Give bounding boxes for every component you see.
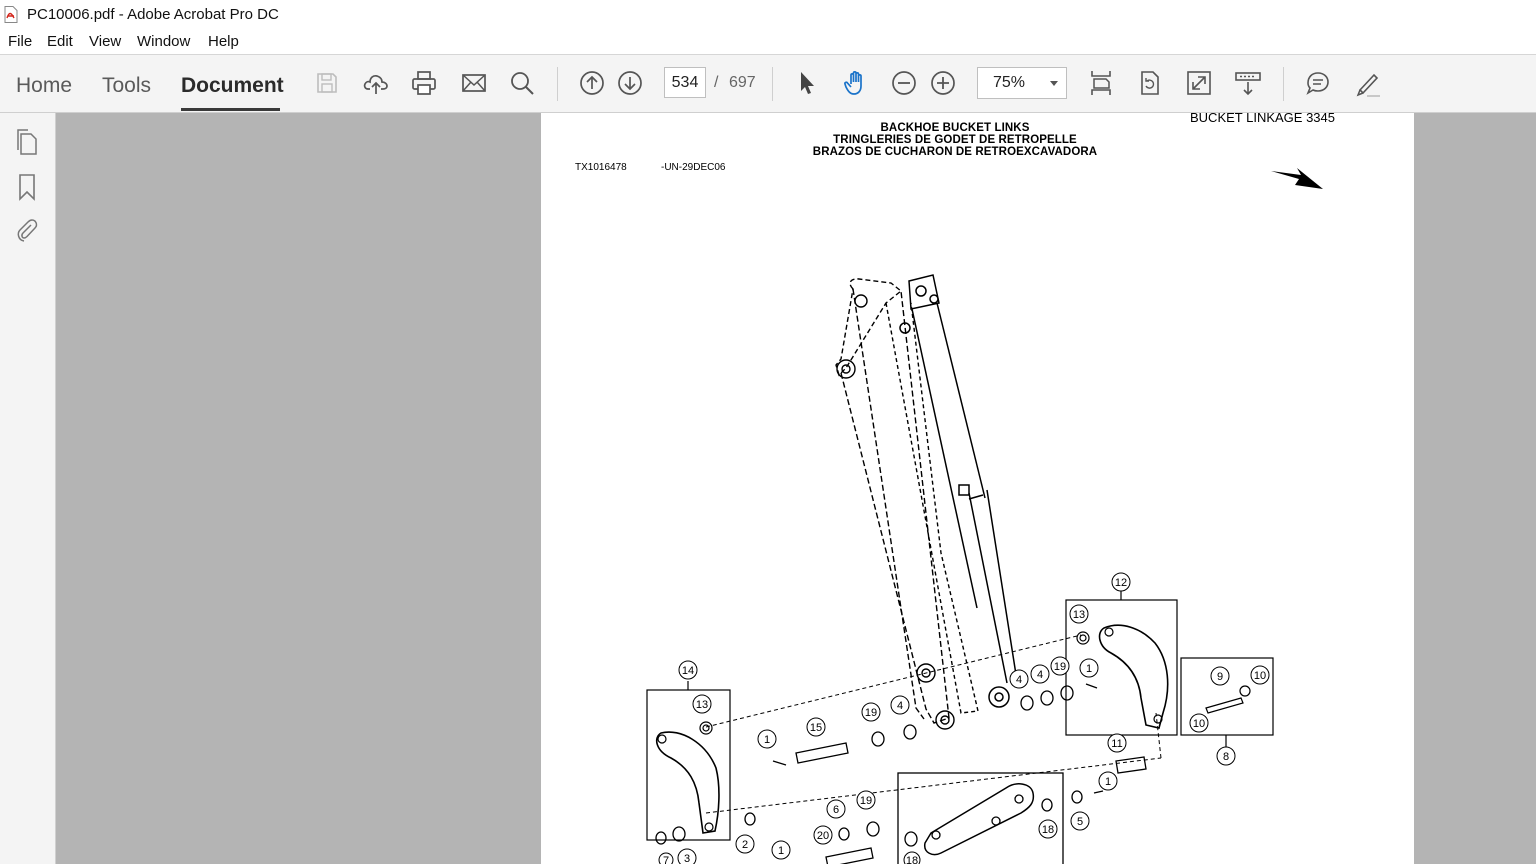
callout: 6 [833, 804, 839, 816]
pdf-file-icon [4, 6, 18, 23]
callout: 11 [1111, 738, 1122, 750]
callout: 12 [1115, 577, 1127, 589]
callout: 19 [1054, 661, 1066, 673]
email-icon[interactable] [457, 67, 491, 99]
menu-view[interactable]: View [89, 33, 121, 50]
callout: 3 [684, 853, 690, 864]
callout: 10 [1254, 670, 1266, 682]
callout: 1 [764, 734, 770, 746]
callout: 4 [897, 700, 903, 712]
cloud-upload-icon[interactable] [359, 67, 393, 99]
comment-icon[interactable] [1301, 67, 1335, 99]
direction-arrow-icon [1271, 168, 1323, 189]
callout: 14 [682, 665, 694, 677]
callout: 10 [1193, 718, 1205, 730]
chevron-down-icon [1050, 81, 1058, 86]
fit-page-icon[interactable] [1084, 67, 1118, 99]
pdf-page: BUCKET LINKAGE 3345 BACKHOE BUCKET LINKS… [541, 113, 1414, 864]
highlight-icon[interactable] [1350, 67, 1384, 99]
bookmark-icon[interactable] [12, 172, 42, 202]
menu-edit[interactable]: Edit [47, 33, 73, 50]
callout: 19 [865, 707, 877, 719]
callout: 7 [663, 855, 669, 864]
callout: 2 [742, 839, 748, 851]
callout: 13 [1073, 609, 1085, 621]
callout: 18 [906, 855, 918, 864]
callout: 1 [1086, 663, 1092, 675]
callout: 15 [810, 722, 822, 734]
callout: 19 [860, 795, 872, 807]
menu-help[interactable]: Help [208, 33, 239, 50]
window-title: PC10006.pdf - Adobe Acrobat Pro DC [27, 6, 279, 23]
callout: 4 [1037, 669, 1043, 681]
search-icon[interactable] [505, 67, 539, 99]
callout: 18 [1042, 824, 1054, 836]
hand-icon[interactable] [839, 67, 873, 99]
zoom-out-icon[interactable] [887, 67, 921, 99]
toolbar-separator [557, 67, 558, 101]
pages-icon[interactable] [12, 127, 42, 157]
scroll-mode-icon[interactable] [1231, 67, 1265, 99]
toolbar-separator [772, 67, 773, 101]
menu-bar: File Edit View Window Help [0, 30, 1536, 55]
main-toolbar: Home Tools Document / 697 75% [0, 55, 1536, 113]
page-separator: / [714, 74, 719, 91]
menu-window[interactable]: Window [137, 33, 190, 50]
zoom-dropdown[interactable]: 75% [977, 67, 1067, 99]
tab-home[interactable]: Home [16, 74, 72, 98]
select-cursor-icon[interactable] [790, 67, 824, 99]
page-up-icon[interactable] [575, 67, 609, 99]
callout: 13 [696, 699, 708, 711]
zoom-value: 75% [993, 74, 1026, 91]
toolbar-separator [1283, 67, 1284, 101]
menu-file[interactable]: File [8, 33, 32, 50]
callout: 1 [1105, 776, 1111, 788]
page-down-icon[interactable] [613, 67, 647, 99]
title-bar: PC10006.pdf - Adobe Acrobat Pro DC [0, 0, 1536, 30]
attachment-icon[interactable] [12, 215, 42, 245]
callout: 5 [1077, 816, 1083, 828]
callout: 4 [1016, 674, 1022, 686]
callout: 8 [1223, 751, 1229, 763]
tab-tools[interactable]: Tools [102, 74, 151, 98]
zoom-in-icon[interactable] [926, 67, 960, 99]
tab-document[interactable]: Document [181, 74, 284, 98]
backhoe-linkage-drawing: 12 13 14 13 1 15 19 4 4 4 19 1 9 10 10 8… [646, 168, 1323, 864]
callout: 1 [778, 845, 784, 857]
callout: 20 [817, 830, 829, 842]
rotate-icon[interactable] [1133, 67, 1167, 99]
print-icon[interactable] [407, 67, 441, 99]
callout: 9 [1217, 671, 1223, 683]
page-total: 697 [729, 74, 756, 91]
save-icon[interactable] [310, 67, 344, 99]
active-tab-indicator [181, 108, 280, 111]
left-navigation-rail [0, 113, 56, 864]
full-screen-icon[interactable] [1182, 67, 1216, 99]
page-number-input[interactable] [664, 67, 706, 98]
